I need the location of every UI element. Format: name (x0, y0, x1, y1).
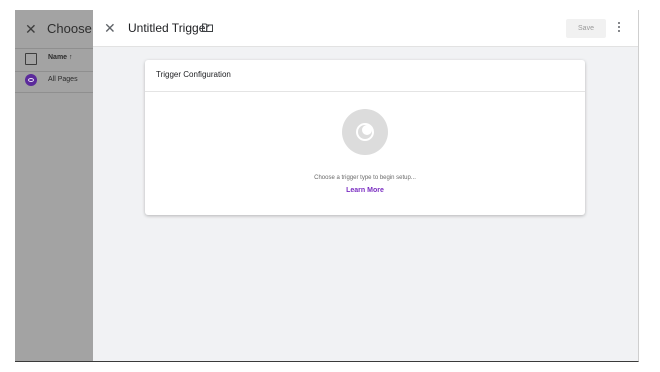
save-button[interactable]: Save (566, 19, 606, 38)
list-item-label[interactable]: All Pages (48, 76, 78, 83)
choose-trigger-panel: ✕ Choose a t Name ↑ All Pages (15, 10, 110, 361)
choose-trigger-type-button[interactable] (342, 109, 388, 155)
trigger-configuration-card: Trigger Configuration Choose a trigger t… (145, 60, 585, 215)
card-divider (145, 91, 585, 92)
trigger-placeholder-icon (356, 123, 374, 141)
choose-trigger-close-icon[interactable]: ✕ (25, 21, 37, 38)
trigger-name[interactable]: Untitled Trigger (128, 21, 209, 35)
card-title[interactable]: Trigger Configuration (156, 70, 231, 79)
folder-icon[interactable] (202, 23, 213, 32)
choose-trigger-header: ✕ Choose a t (15, 10, 110, 48)
select-all-checkbox[interactable] (25, 53, 37, 65)
close-editor-icon[interactable]: ✕ (104, 20, 116, 37)
editor-topbar: ✕ Untitled Trigger Save (93, 10, 638, 47)
learn-more-link[interactable]: Learn More (145, 187, 585, 194)
name-column-header[interactable]: Name ↑ (48, 54, 73, 61)
pageview-trigger-icon (25, 74, 37, 86)
app-frame: ✕ Choose a t Name ↑ All Pages ✕ Untitled… (15, 10, 639, 362)
trigger-editor-sheet: ✕ Untitled Trigger Save Trigger Configur… (93, 10, 638, 361)
setup-hint: Choose a trigger type to begin setup... (314, 175, 416, 181)
more-options-icon[interactable] (617, 22, 621, 34)
